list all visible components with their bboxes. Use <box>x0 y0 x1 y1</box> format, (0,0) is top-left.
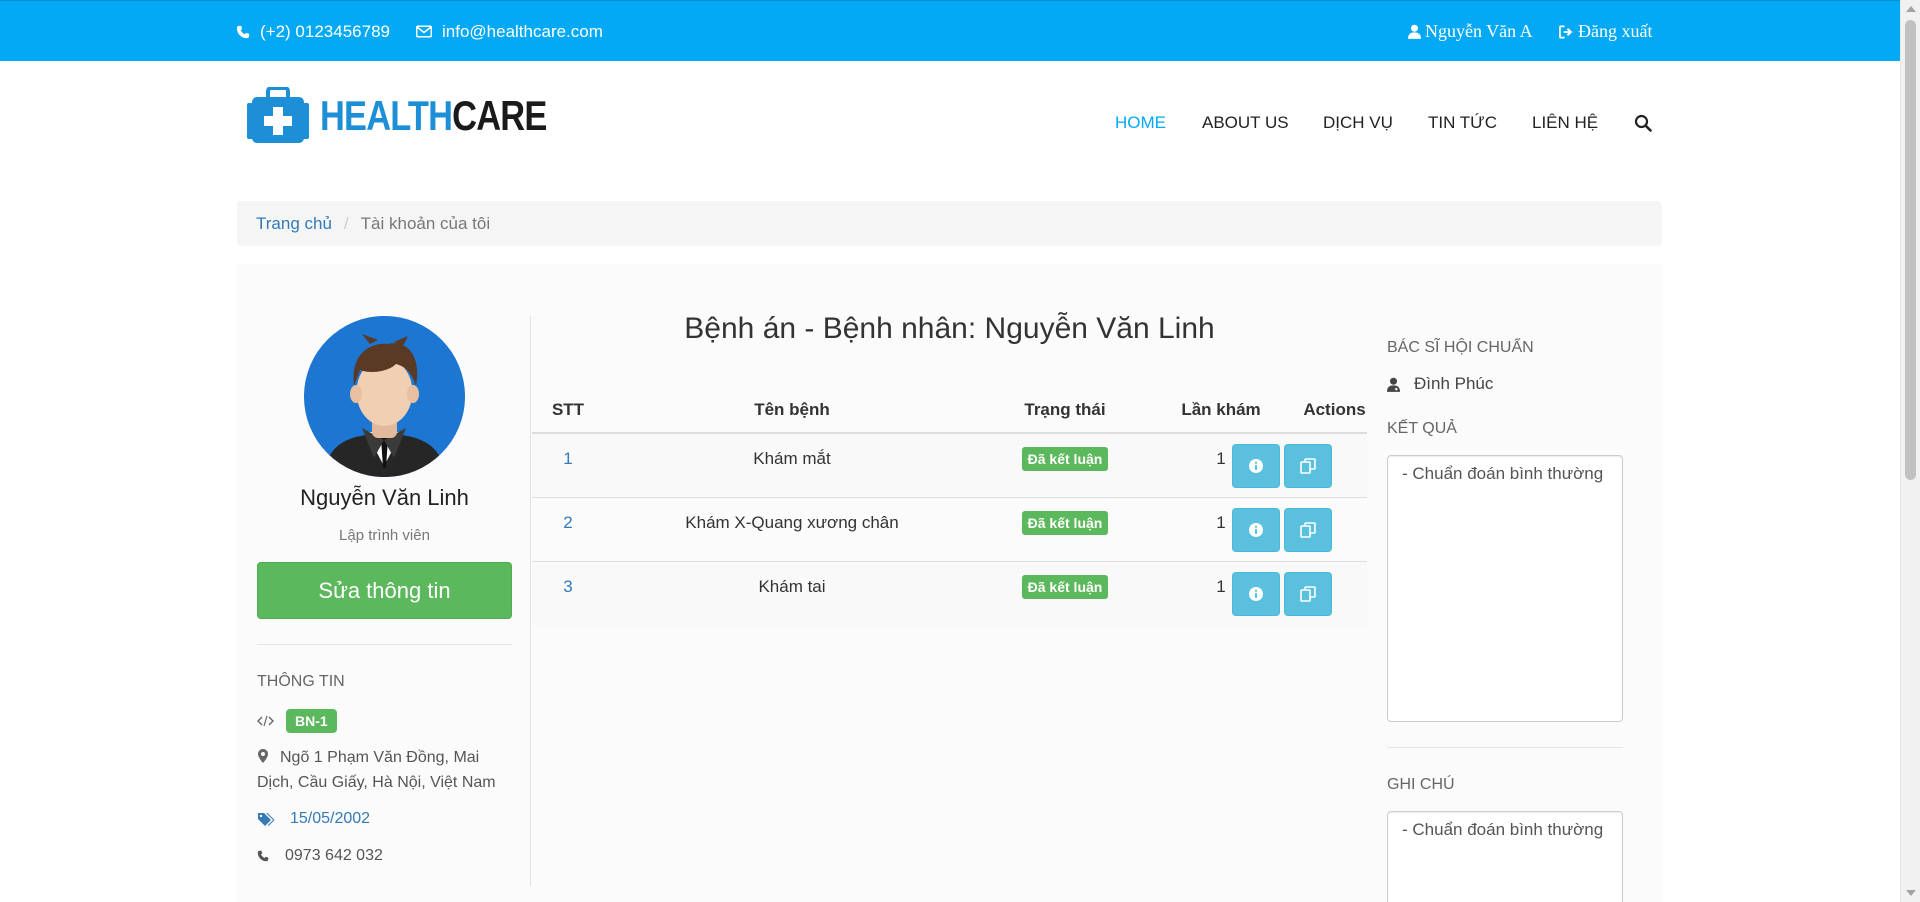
page-scrollbar[interactable] <box>1900 0 1920 902</box>
copy-button[interactable] <box>1284 572 1332 616</box>
col-status: Trạng thái <box>1024 400 1106 419</box>
table-row: 3 Khám tai Đã kết luận 1 <box>532 562 1367 626</box>
result-textarea[interactable]: - Chuẩn đoán bình thường <box>1387 455 1623 722</box>
nav-home[interactable]: HOME <box>1115 108 1166 138</box>
phone-row: 0973 642 032 <box>257 847 383 865</box>
nav-about[interactable]: ABOUT US <box>1202 108 1289 138</box>
breadcrumb-home-link[interactable]: Trang chủ <box>256 214 332 234</box>
code-icon <box>257 715 274 727</box>
doctor-name: Đình Phúc <box>1414 374 1494 393</box>
logout-text: Đăng xuất <box>1578 21 1653 41</box>
breadcrumb: Trang chủ / Tài khoản của tôi <box>237 201 1662 246</box>
info-button[interactable] <box>1232 508 1280 552</box>
col-name: Tên bệnh <box>754 400 830 419</box>
column-divider <box>530 316 531 886</box>
scroll-up-arrow[interactable] <box>1906 6 1916 12</box>
contact-email[interactable]: info@healthcare.com <box>416 1 603 62</box>
patient-code-badge: BN-1 <box>286 709 337 733</box>
scroll-thumb[interactable] <box>1905 20 1916 480</box>
record-title: Bệnh án - Bệnh nhân: Nguyễn Văn Linh <box>684 312 1215 345</box>
breadcrumb-current: Tài khoản của tôi <box>360 213 491 233</box>
phone-text: (+2) 0123456789 <box>260 21 390 41</box>
profile-divider <box>257 644 512 645</box>
copy-icon <box>1300 522 1316 538</box>
map-marker-icon <box>258 749 268 763</box>
note-label: GHI CHÚ <box>1387 776 1455 793</box>
copy-button[interactable] <box>1284 508 1332 552</box>
status-badge: Đã kết luận <box>1021 511 1109 535</box>
search-icon[interactable] <box>1634 114 1652 132</box>
top-bar: (+2) 0123456789 info@healthcare.com Nguy… <box>0 0 1900 61</box>
info-section-title: THÔNG TIN <box>257 673 345 690</box>
scroll-down-arrow[interactable] <box>1906 890 1916 896</box>
envelope-icon <box>416 25 432 38</box>
sign-out-icon <box>1559 25 1573 38</box>
breadcrumb-separator: / <box>343 213 349 233</box>
avatar <box>304 316 465 477</box>
birthday-text: 15/05/2002 <box>290 810 371 827</box>
address-text: Ngõ 1 Phạm Văn Đồng, Mai Dịch, Cầu Giấy,… <box>257 749 496 791</box>
contact-phone: (+2) 0123456789 <box>236 1 390 62</box>
status-badge: Đã kết luận <box>1021 575 1109 599</box>
copy-button[interactable] <box>1284 444 1332 488</box>
row-disease-name: Khám X-Quang xương chân <box>685 513 899 532</box>
avatar-illustration <box>304 316 465 477</box>
doctor-label: BÁC SĨ HỘI CHUẨN <box>1387 339 1534 356</box>
right-divider <box>1387 747 1623 748</box>
row-disease-name: Khám mắt <box>753 449 831 468</box>
info-circle-icon <box>1249 523 1263 537</box>
doctor-row: Đình Phúc <box>1387 374 1493 394</box>
patient-code-row: BN-1 <box>257 709 337 733</box>
nav-contact[interactable]: LIÊN HỆ <box>1532 108 1598 138</box>
row-actions <box>1232 572 1332 616</box>
row-actions <box>1232 508 1332 552</box>
row-status: Đã kết luận <box>980 508 1150 538</box>
row-stt-link[interactable]: 2 <box>532 508 604 538</box>
user-name: Nguyễn Văn A <box>1425 21 1533 41</box>
row-stt-link[interactable]: 1 <box>532 444 604 474</box>
table-header: STT Tên bệnh Trạng thái Lần khám Actions <box>532 394 1367 434</box>
result-label: KẾT QUẢ <box>1387 420 1457 437</box>
row-status: Đã kết luận <box>980 444 1150 474</box>
phone-icon <box>236 25 250 38</box>
patient-address: Ngõ 1 Phạm Văn Đồng, Mai Dịch, Cầu Giấy,… <box>257 745 512 795</box>
info-button[interactable] <box>1232 444 1280 488</box>
user-account-link[interactable]: Nguyễn Văn A <box>1408 1 1533 62</box>
status-badge: Đã kết luận <box>1021 447 1109 471</box>
info-circle-icon <box>1249 587 1263 601</box>
nav-news[interactable]: TIN TỨC <box>1428 108 1497 138</box>
row-status: Đã kết luận <box>980 572 1150 602</box>
note-textarea[interactable]: - Chuẩn đoán bình thường <box>1387 811 1623 902</box>
edit-profile-button[interactable]: Sửa thông tin <box>257 562 512 619</box>
info-circle-icon <box>1249 459 1263 473</box>
phone-icon <box>257 850 269 862</box>
copy-icon <box>1300 586 1316 602</box>
nav-services[interactable]: DỊCH VỤ <box>1323 108 1393 138</box>
info-button[interactable] <box>1232 572 1280 616</box>
table-row: 1 Khám mắt Đã kết luận 1 <box>532 434 1367 498</box>
row-disease-name: Khám tai <box>758 577 826 596</box>
profile-role: Lập trình viên <box>339 527 430 544</box>
records-table: STT Tên bệnh Trạng thái Lần khám Actions… <box>532 394 1367 626</box>
user-md-icon <box>1387 377 1400 392</box>
copy-icon <box>1300 458 1316 474</box>
row-stt-link[interactable]: 3 <box>532 572 604 602</box>
table-row: 2 Khám X-Quang xương chân Đã kết luận 1 <box>532 498 1367 562</box>
row-actions <box>1232 444 1332 488</box>
tags-icon <box>258 812 275 826</box>
phone-number-text: 0973 642 032 <box>285 847 383 864</box>
profile-name: Nguyễn Văn Linh <box>300 485 469 510</box>
col-stt: STT <box>551 400 585 419</box>
birthday-row: 15/05/2002 <box>257 810 370 828</box>
email-text: info@healthcare.com <box>442 21 603 41</box>
user-icon <box>1408 24 1421 39</box>
logout-link[interactable]: Đăng xuất <box>1559 1 1652 62</box>
main-nav: HOME ABOUT US DỊCH VỤ TIN TỨC LIÊN HỆ <box>0 108 1900 138</box>
